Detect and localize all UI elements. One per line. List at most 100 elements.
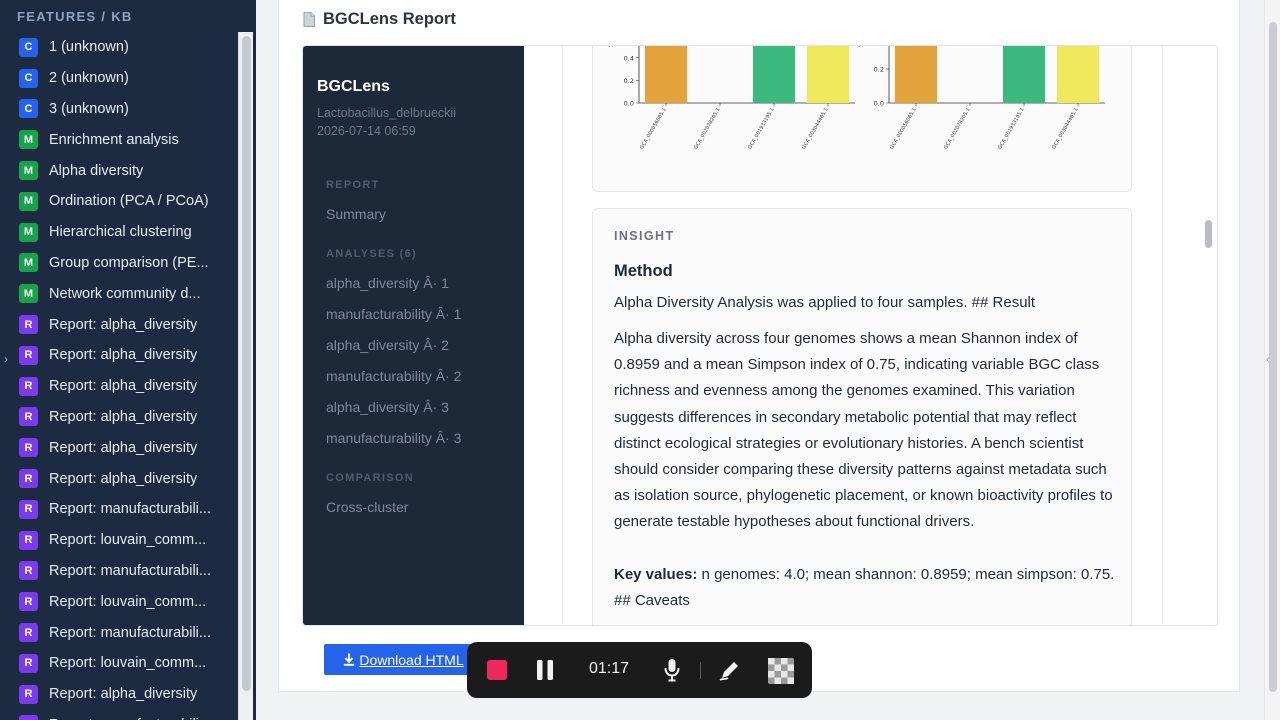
kb-list-item[interactable]: R Report: alpha_diversity [0, 371, 238, 402]
report-scrollbar[interactable] [1203, 46, 1217, 625]
kb-item-badge: M [19, 284, 38, 304]
kb-item-label: Report: louvain_comm... [49, 593, 207, 610]
toolbar-divider [700, 662, 701, 679]
kb-item-label: Enrichment analysis [49, 131, 179, 148]
kb-list-item[interactable]: R Report: louvain_comm... [0, 525, 238, 556]
kb-list-item[interactable]: R Report: alpha_diversity [0, 679, 238, 710]
y-axis-label: Sim [857, 45, 865, 47]
nav-section-analyses: ANALYSES (6) [326, 248, 417, 260]
sidebar-scrollbar-thumb[interactable] [242, 36, 251, 691]
kb-list-item[interactable]: RReport: manufacturabili... [0, 710, 238, 720]
kb-item-label: Report: manufacturabili... [49, 624, 211, 641]
report-scrollbar-thumb[interactable] [1205, 220, 1212, 248]
stop-icon[interactable] [487, 660, 507, 680]
x-tick-label: GCA_001933195.1 [997, 107, 1026, 150]
kb-item-label: Report: alpha_diversity [49, 347, 198, 364]
kb-list-item[interactable]: R Report: alpha_diversity [0, 340, 238, 371]
kb-list-item[interactable]: M Hierarchical clustering [0, 217, 238, 248]
kb-list-item[interactable]: M Ordination (PCA / PCoA) [0, 186, 238, 217]
kb-item-label: Group comparison (PE... [49, 254, 209, 271]
y-axis-label: Shan [607, 45, 615, 47]
kb-list-item[interactable]: R Report: louvain_comm... [0, 586, 238, 617]
kb-list-item[interactable]: C 2 (unknown) [0, 63, 238, 94]
kb-item-badge: R [19, 499, 38, 519]
kb-list-item[interactable]: M Alpha diversity [0, 155, 238, 186]
kb-item-label: Report: alpha_diversity [49, 378, 198, 395]
x-tick-label: GCA_000056065.1 [889, 107, 918, 150]
chart-bar [752, 46, 796, 103]
x-tick-label: GCA_000056065.1 [639, 107, 668, 150]
kb-item-label: Report: alpha_diversity [49, 686, 198, 703]
kb-item-label: 2 (unknown) [49, 70, 129, 87]
nav-link-analysis[interactable]: manufacturability Â· 3 [326, 430, 461, 446]
kb-list-item[interactable]: M Network community d... [0, 278, 238, 309]
kb-item-badge: M [19, 222, 38, 242]
report-title: BGCLens Report [323, 10, 456, 28]
x-tick-label: GCA_003044485.1 [801, 107, 830, 150]
kb-item-label: Report: alpha_diversity [49, 439, 198, 456]
insight-label: INSIGHT [614, 229, 675, 243]
kb-item-badge: R [19, 469, 38, 489]
report-nav: BGCLens Lactobacillus_delbrueckii 2026-0… [303, 46, 524, 625]
kb-item-label: Report: alpha_diversity [49, 316, 198, 333]
microphone-icon[interactable] [664, 658, 680, 682]
kb-item-badge: R [19, 407, 38, 427]
kb-list-item[interactable]: R Report: alpha_diversity [0, 402, 238, 433]
chevron-right-icon[interactable]: › [4, 352, 8, 366]
method-text: Alpha Diversity Analysis was applied to … [614, 294, 1036, 311]
kb-item-label: Alpha diversity [49, 162, 144, 179]
x-tick-label: GCA_002078205.1 [693, 107, 722, 150]
key-values-label: Key values: [614, 566, 698, 583]
report-frame: BGCLens Lactobacillus_delbrueckii 2026-0… [302, 45, 1218, 626]
chevron-left-icon[interactable]: ‹ [1266, 354, 1270, 366]
kb-item-badge: M [19, 161, 38, 181]
nav-link-analysis[interactable]: alpha_diversity Â· 1 [326, 275, 449, 291]
download-html-button[interactable]: Download HTML [324, 644, 483, 675]
pause-icon[interactable] [536, 660, 554, 680]
kb-item-badge: R [19, 623, 38, 643]
chart-bar [1002, 46, 1046, 104]
page-scrollbar-thumb[interactable] [1269, 22, 1277, 692]
kb-list-item[interactable]: RReport: manufacturabili... [0, 494, 238, 525]
kb-list-item[interactable]: R Report: alpha_diversity [0, 463, 238, 494]
pen-icon[interactable] [719, 659, 741, 681]
nav-link-analysis[interactable]: alpha_diversity Â· 3 [326, 399, 449, 415]
kb-item-label: 3 (unknown) [49, 100, 129, 117]
nav-link-analysis[interactable]: manufacturability Â· 2 [326, 368, 461, 384]
nav-link-analysis[interactable]: manufacturability Â· 1 [326, 306, 461, 322]
nav-link-summary[interactable]: Summary [326, 206, 386, 222]
kb-list-item[interactable]: RReport: manufacturabili... [0, 556, 238, 587]
kb-item-badge: C [19, 99, 38, 119]
sidebar-scrollbar[interactable] [238, 32, 253, 720]
kb-list-item[interactable]: R Report: alpha_diversity [0, 309, 238, 340]
kb-list-item[interactable]: C 1 (unknown) [0, 32, 238, 63]
nav-link-analysis[interactable]: alpha_diversity Â· 2 [326, 337, 449, 353]
kb-list-item[interactable]: R Report: alpha_diversity [0, 432, 238, 463]
chart-bar [894, 46, 938, 104]
nav-genome: Lactobacillus_delbrueckii [317, 106, 456, 120]
kb-list: C 1 (unknown) C 2 (unknown) C 3 (unknown) M Enr… [0, 32, 238, 720]
y-tick-label: 0.2 [624, 77, 634, 85]
kb-item-badge: R [19, 715, 38, 720]
kb-list-item[interactable]: C 3 (unknown) [0, 94, 238, 125]
kb-item-badge: R [19, 438, 38, 458]
kb-list-item[interactable]: R Report: manufacturabili... [0, 617, 238, 648]
nav-link-cross-cluster[interactable]: Cross-cluster [326, 499, 408, 515]
kb-list-item[interactable]: M Enrichment analysis [0, 124, 238, 155]
x-tick-label: GCA_001933195.1 [747, 107, 776, 150]
insight-card: INSIGHT Method Alpha Diversity Analysis … [592, 208, 1132, 625]
kb-item-badge: R [19, 345, 38, 365]
download-label: Download HTML [359, 651, 464, 668]
kb-item-label: Hierarchical clustering [49, 224, 192, 241]
kb-item-label: Ordination (PCA / PCoA) [49, 193, 209, 210]
result-text: Alpha diversity across four genomes show… [614, 330, 1113, 531]
kb-list-item[interactable]: R Report: louvain_comm... [0, 648, 238, 679]
kb-item-badge: R [19, 653, 38, 673]
checkerboard-icon[interactable] [768, 658, 794, 684]
kb-item-label: Report: louvain_comm... [49, 532, 207, 549]
kb-list-item[interactable]: M Group comparison (PE... [0, 248, 238, 279]
y-tick-label: 0.0 [624, 100, 634, 108]
y-tick-label: 0.2 [874, 66, 884, 74]
recording-timer: 01:17 [589, 660, 630, 677]
nav-section-comparison: COMPARISON [326, 472, 414, 484]
